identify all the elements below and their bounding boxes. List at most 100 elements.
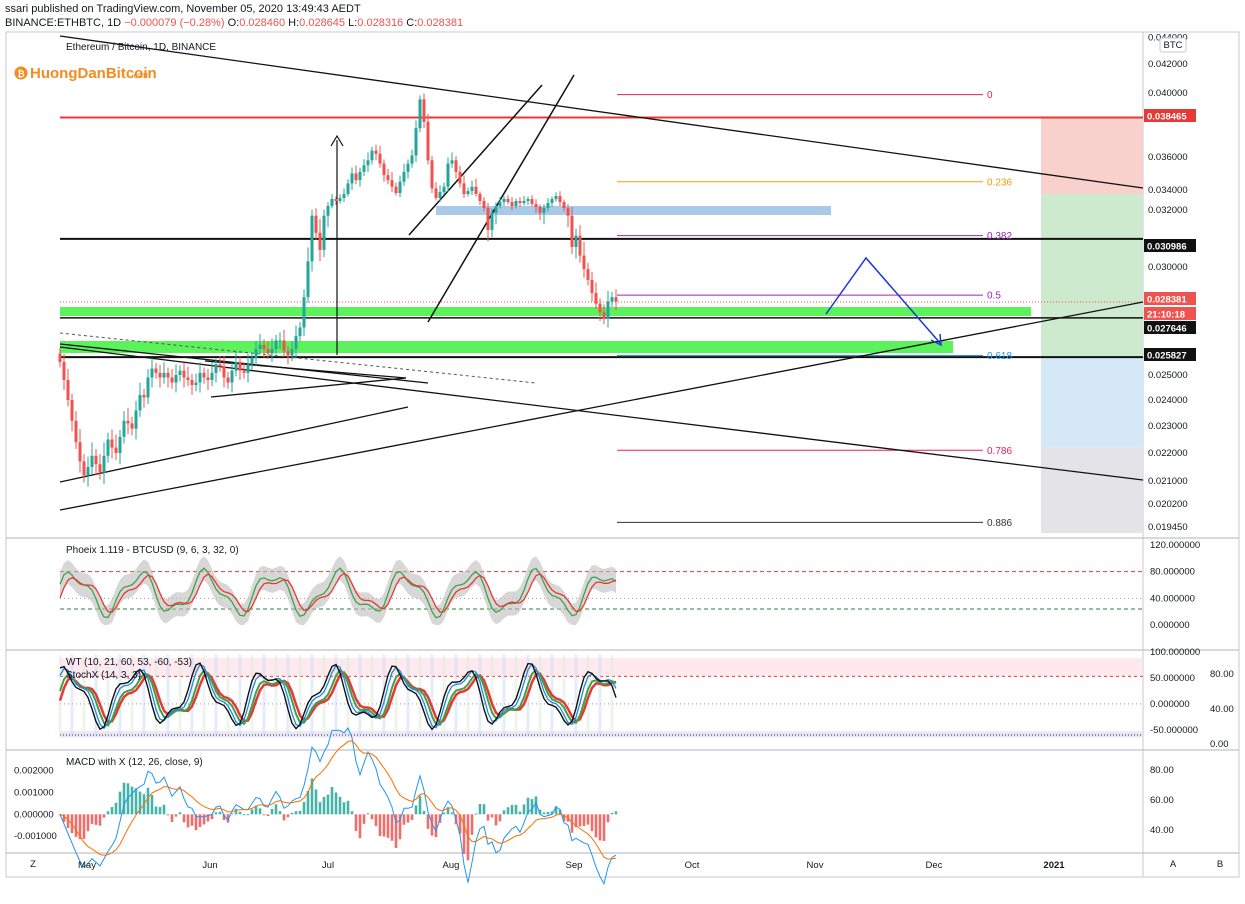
price-tick-8: 0.024000 [1148, 395, 1188, 406]
candle-body-110 [498, 202, 502, 206]
macd-hist-58 [290, 812, 294, 815]
candle-body-22 [146, 377, 150, 398]
candle-body-15 [118, 436, 122, 453]
candle-body-63 [310, 215, 314, 262]
wt-bg-bar-126 [562, 655, 566, 735]
macd-hist-138 [610, 812, 614, 815]
macd-hist-101 [462, 814, 466, 854]
phoeix-tick-1: 80.000000 [1150, 567, 1195, 578]
candle-body-45 [238, 362, 242, 371]
candle-body-124 [554, 196, 558, 199]
macd-hist-33 [190, 814, 194, 826]
candle-body-71 [342, 194, 346, 198]
macd-hist-94 [434, 814, 438, 838]
candle-body-49 [254, 349, 258, 358]
macd-hist-39 [214, 812, 218, 815]
footer-right-a[interactable]: A [1170, 859, 1177, 870]
bitcoin-logo-glyph: ₿ [17, 69, 24, 79]
candle-body-38 [210, 372, 214, 380]
wt-bg-bar-51 [262, 655, 266, 735]
wt-bg-bar-111 [502, 655, 506, 735]
candle-body-21 [142, 395, 146, 398]
candle-body-3 [70, 400, 74, 421]
macd-hist-112 [506, 807, 510, 815]
macd-hist-62 [306, 791, 310, 815]
macd-hist-74 [354, 814, 358, 831]
candle-body-26 [162, 372, 166, 378]
macd-hist-45 [238, 811, 242, 815]
macd-axis: 0.002000 0.001000 0.000000 -0.001000 80.00 60… [14, 765, 1174, 842]
candle-body-112 [506, 199, 510, 202]
price-zones [60, 116, 1143, 533]
macd-hist-103 [470, 814, 474, 835]
candle-body-70 [338, 198, 342, 201]
candle-body-18 [130, 423, 134, 429]
candle-body-8 [90, 455, 94, 467]
macd-hist-80 [378, 814, 382, 837]
main-price-pane: 00.2360.3820.50.6180.7860.886 0.0440000.… [14, 33, 1196, 533]
footer-right-b[interactable]: B [1217, 859, 1223, 870]
macd-hist-81 [382, 814, 386, 837]
candle-body-121 [542, 208, 546, 213]
macd-hist-30 [178, 812, 182, 815]
candle-body-79 [374, 150, 378, 154]
candle-body-83 [390, 180, 394, 187]
candle-body-101 [462, 183, 466, 194]
macd-hist-131 [582, 814, 586, 826]
macd-hist-71 [342, 802, 346, 815]
candle-body-127 [566, 208, 570, 216]
candle-body-36 [202, 372, 206, 378]
candle-body-128 [570, 215, 574, 248]
chart-canvas: 00.2360.3820.50.6180.7860.886 0.0440000.… [5, 31, 1240, 886]
candle-body-13 [110, 439, 114, 448]
macd-hist-14 [114, 802, 118, 815]
wt-bg-bar-42 [226, 655, 230, 735]
fib-label-6: 0.886 [987, 518, 1012, 529]
footer-left[interactable]: Z [30, 859, 36, 870]
macd-hist-111 [502, 810, 506, 815]
target-zone-blue [1041, 357, 1143, 448]
phoeix-pane: 120.000000 80.000000 40.000000 0.000000 Pho… [59, 540, 1200, 631]
fib-label-5: 0.786 [987, 446, 1012, 457]
candlestick-series [58, 93, 618, 487]
price-box-text-3: 21:10:18 [1147, 310, 1185, 321]
candle-body-76 [362, 165, 366, 172]
macd-hist-89 [414, 805, 418, 815]
macd-hist-86 [402, 814, 406, 825]
phoeix-title: Phoeix 1.119 - BTCUSD (9, 6, 3, 32, 0) [66, 545, 239, 556]
candle-body-74 [354, 173, 358, 181]
candle-body-130 [578, 235, 582, 256]
macd-hist-115 [518, 811, 522, 815]
candle-body-129 [574, 235, 578, 248]
fib-label-4: 0.618 [987, 351, 1012, 362]
candle-body-33 [190, 380, 194, 385]
time-axis: May Jun Jul Aug Sep Oct Nov Dec 2021 [78, 860, 1065, 871]
candle-body-96 [442, 186, 446, 192]
stochx-tick-1: 40.00 [1210, 704, 1234, 715]
macd-hist-26 [162, 804, 166, 815]
candle-body-5 [78, 442, 82, 462]
macd-hist-105 [478, 804, 482, 815]
candle-body-85 [398, 181, 402, 193]
macd-hist-87 [406, 814, 410, 823]
macd-hist-82 [386, 814, 390, 838]
candle-body-105 [478, 194, 482, 201]
wt-pane: 100.000000 50.000000 0.000000 -50.000000 80.… [58, 647, 1234, 750]
candle-body-81 [382, 163, 386, 176]
price-axis: 0.0440000.0420000.0400000.0360000.034000… [1148, 33, 1188, 533]
candle-body-108 [490, 212, 494, 230]
candle-body-90 [418, 99, 422, 129]
phoeix-tick-3: 0.000000 [1150, 620, 1190, 631]
wt-bg-bar-102 [466, 655, 470, 735]
candle-body-47 [246, 364, 250, 373]
wt-title: WT (10, 21, 60, 53, -60, -53) [66, 657, 192, 668]
candle-body-44 [234, 362, 238, 371]
candle-body-97 [446, 163, 450, 187]
fib-label-1: 0.236 [987, 177, 1012, 188]
macd-hist-78 [370, 814, 374, 820]
price-tick-11: 0.021000 [1148, 476, 1188, 487]
candle-body-136 [602, 312, 606, 319]
candle-body-118 [530, 199, 534, 204]
macd-hist-29 [174, 814, 178, 817]
candle-body-116 [522, 201, 526, 203]
